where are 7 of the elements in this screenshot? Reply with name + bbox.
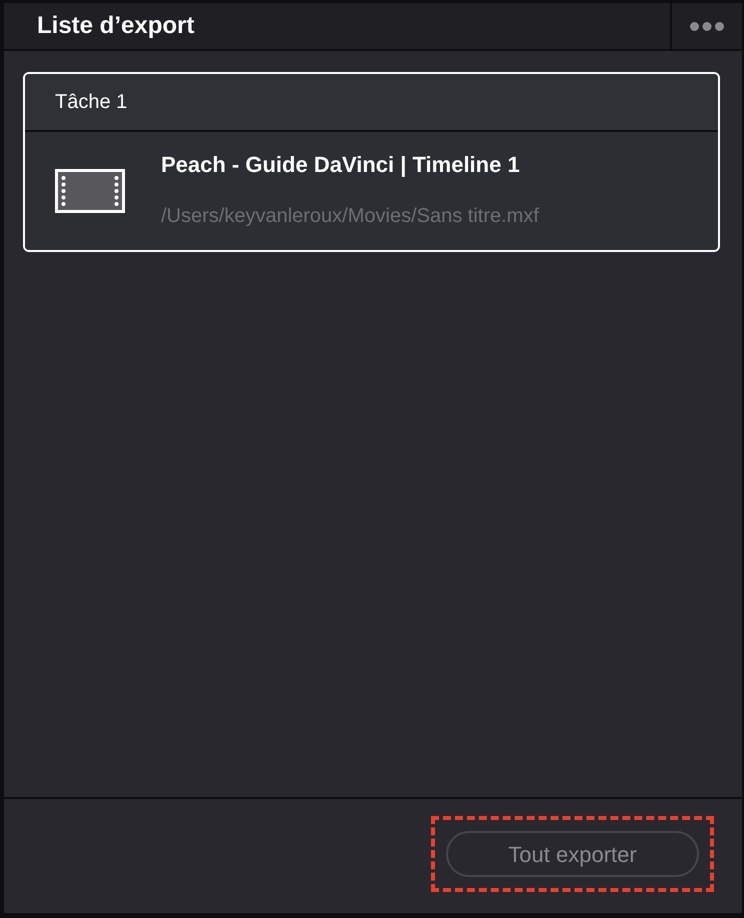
- timeline-title: Peach - Guide DaVinci | Timeline 1: [161, 150, 521, 179]
- more-options-icon[interactable]: [690, 22, 724, 30]
- film-icon: [55, 169, 125, 213]
- file-path: /Users/keyvanleroux/Movies/Sans titre.mxf: [161, 204, 539, 228]
- panel-title: Liste d’export: [37, 11, 194, 41]
- job-header: Tâche 1: [55, 90, 128, 115]
- job-card[interactable]: Tâche 1 Peach - Guide DaVinci | Timeline 1 /Users/keyvanleroux/Movies/Sans titre.mxf: [23, 72, 720, 252]
